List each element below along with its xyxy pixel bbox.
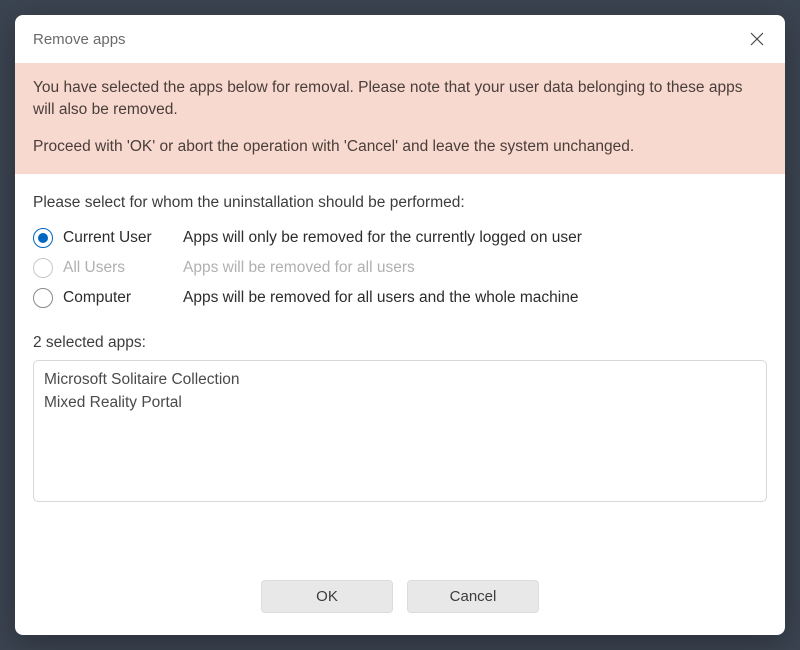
dialog-buttons: OK Cancel [15, 560, 785, 635]
selected-apps-list: Microsoft Solitaire Collection Mixed Rea… [33, 360, 767, 502]
radio-computer[interactable]: Computer Apps will be removed for all us… [33, 288, 767, 308]
warning-banner: You have selected the apps below for rem… [15, 63, 785, 174]
radio-description: Apps will be removed for all users [183, 259, 415, 277]
radio-current-user[interactable]: Current User Apps will only be removed f… [33, 228, 767, 248]
radio-label: Computer [63, 289, 183, 307]
scope-radio-group: Current User Apps will only be removed f… [33, 228, 767, 308]
selected-apps-count: 2 selected apps: [33, 334, 767, 352]
radio-description: Apps will only be removed for the curren… [183, 229, 582, 247]
list-item: Microsoft Solitaire Collection [44, 369, 756, 391]
radio-icon [33, 288, 53, 308]
select-prompt: Please select for whom the uninstallatio… [33, 194, 767, 212]
remove-apps-dialog: Remove apps You have selected the apps b… [15, 15, 785, 635]
warning-text-2: Proceed with 'OK' or abort the operation… [33, 136, 767, 158]
ok-button[interactable]: OK [261, 580, 393, 613]
radio-label: All Users [63, 259, 183, 277]
radio-icon [33, 258, 53, 278]
radio-icon [33, 228, 53, 248]
radio-label: Current User [63, 229, 183, 247]
close-icon [750, 32, 764, 46]
list-item: Mixed Reality Portal [44, 392, 756, 414]
warning-text-1: You have selected the apps below for rem… [33, 77, 767, 122]
radio-description: Apps will be removed for all users and t… [183, 289, 578, 307]
radio-all-users: All Users Apps will be removed for all u… [33, 258, 767, 278]
cancel-button[interactable]: Cancel [407, 580, 539, 613]
titlebar: Remove apps [15, 15, 785, 63]
close-button[interactable] [743, 25, 771, 53]
dialog-title: Remove apps [33, 31, 126, 48]
dialog-content: Please select for whom the uninstallatio… [15, 174, 785, 560]
